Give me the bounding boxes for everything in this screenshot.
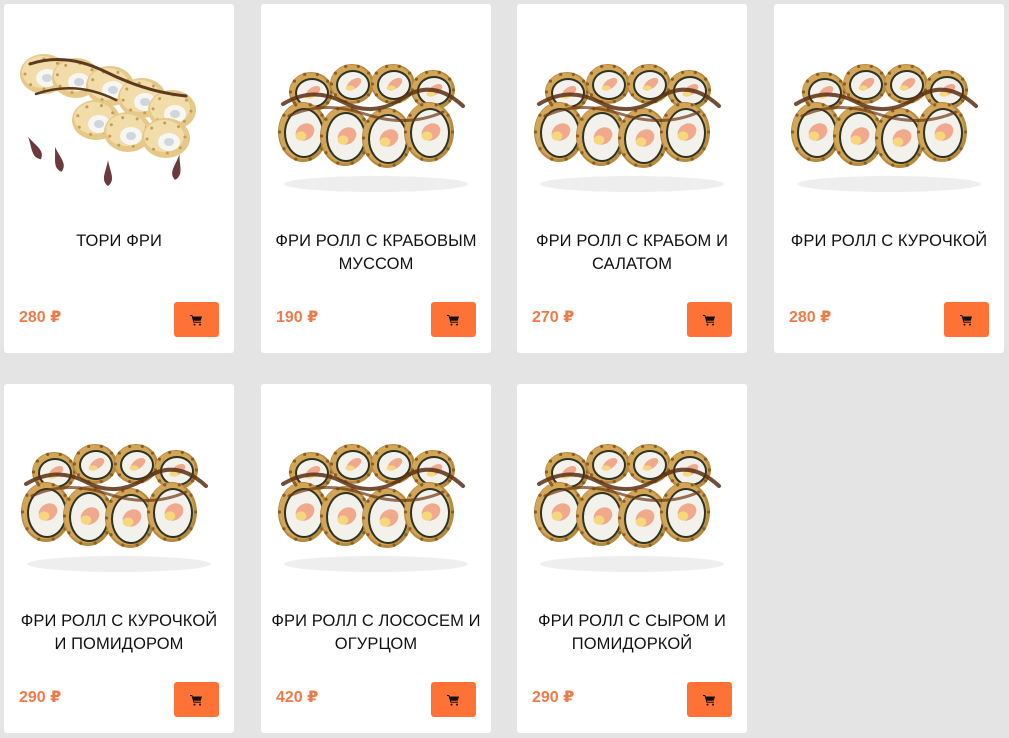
add-to-cart-button[interactable] — [431, 682, 476, 717]
product-price: 190 ₽ — [276, 309, 319, 326]
product-card[interactable]: ТОРИ ФРИ 280 ₽ — [4, 4, 234, 353]
fried-roll-icon[interactable] — [273, 34, 479, 204]
product-price: 280 ₽ — [19, 309, 62, 326]
fried-roll-icon[interactable] — [786, 34, 992, 204]
shopping-cart-icon — [447, 314, 459, 326]
add-to-cart-button[interactable] — [687, 682, 732, 717]
product-card[interactable]: ФРИ РОЛЛ С КУРОЧКОЙ 280 ₽ — [774, 4, 1004, 353]
add-to-cart-button[interactable] — [174, 302, 219, 337]
product-price: 290 ₽ — [532, 689, 575, 706]
product-card[interactable]: ФРИ РОЛЛ С КУРОЧКОЙ И ПОМИДОРОМ 290 ₽ — [4, 384, 234, 733]
product-title[interactable]: ФРИ РОЛЛ С КРАБОМ И САЛАТОМ — [527, 230, 737, 276]
product-title[interactable]: ФРИ РОЛЛ С КРАБОВЫМ МУССОМ — [271, 230, 481, 276]
shopping-cart-icon — [447, 694, 459, 706]
add-to-cart-button[interactable] — [174, 682, 219, 717]
product-title[interactable]: ФРИ РОЛЛ С ЛОСОСЕМ И ОГУРЦОМ — [271, 610, 481, 656]
product-title[interactable]: ФРИ РОЛЛ С СЫРОМ И ПОМИДОРКОЙ — [527, 610, 737, 656]
product-price: 420 ₽ — [276, 689, 319, 706]
product-card[interactable]: ФРИ РОЛЛ С СЫРОМ И ПОМИДОРКОЙ 290 ₽ — [517, 384, 747, 733]
product-card[interactable]: ФРИ РОЛЛ С КРАБОМ И САЛАТОМ 270 ₽ — [517, 4, 747, 353]
fried-roll-icon[interactable] — [529, 414, 735, 584]
fried-roll-icon[interactable] — [273, 414, 479, 584]
shopping-cart-icon — [190, 694, 202, 706]
product-grid: ТОРИ ФРИ 280 ₽ ФРИ РОЛЛ С КРАБОВЫМ МУССО… — [0, 0, 1009, 738]
product-card[interactable]: ФРИ РОЛЛ С ЛОСОСЕМ И ОГУРЦОМ 420 ₽ — [261, 384, 491, 733]
product-price: 270 ₽ — [532, 309, 575, 326]
shopping-cart-icon — [703, 314, 715, 326]
fried-roll-icon[interactable] — [529, 34, 735, 204]
product-title[interactable]: ФРИ РОЛЛ С КУРОЧКОЙ — [784, 230, 994, 253]
tori-roll-icon[interactable] — [16, 34, 222, 204]
product-price: 280 ₽ — [789, 309, 832, 326]
shopping-cart-icon — [703, 694, 715, 706]
add-to-cart-button[interactable] — [687, 302, 732, 337]
add-to-cart-button[interactable] — [431, 302, 476, 337]
product-title[interactable]: ТОРИ ФРИ — [14, 230, 224, 253]
shopping-cart-icon — [190, 314, 202, 326]
fried-roll-icon[interactable] — [16, 414, 222, 584]
add-to-cart-button[interactable] — [944, 302, 989, 337]
shopping-cart-icon — [960, 314, 972, 326]
product-card[interactable]: ФРИ РОЛЛ С КРАБОВЫМ МУССОМ 190 ₽ — [261, 4, 491, 353]
product-title[interactable]: ФРИ РОЛЛ С КУРОЧКОЙ И ПОМИДОРОМ — [14, 610, 224, 656]
product-price: 290 ₽ — [19, 689, 62, 706]
